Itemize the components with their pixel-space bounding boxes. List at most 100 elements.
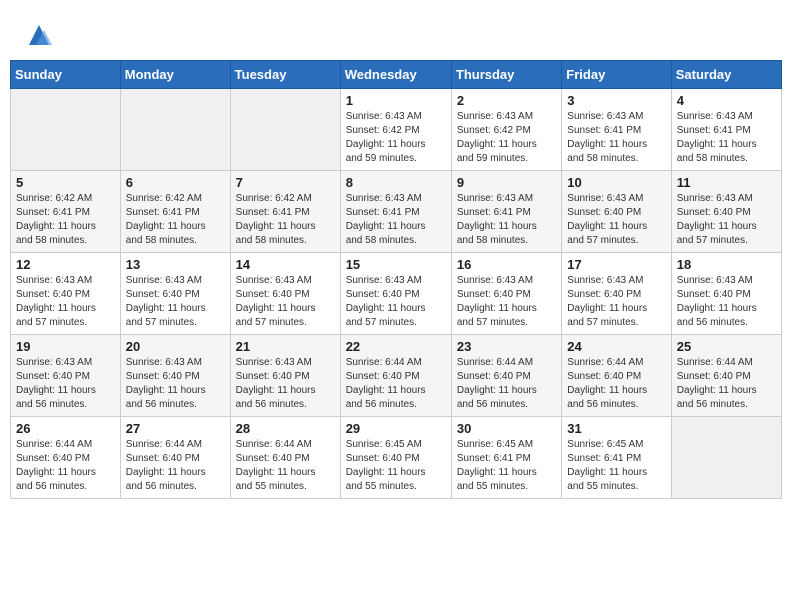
calendar-cell: 8Sunrise: 6:43 AM Sunset: 6:41 PM Daylig… (340, 171, 451, 253)
weekday-header-sunday: Sunday (11, 61, 121, 89)
day-info: Sunrise: 6:43 AM Sunset: 6:41 PM Dayligh… (457, 192, 556, 248)
calendar-cell: 19 Sunrise: 6:43 AM Sunset: 6:40 PM Dayli… (11, 335, 121, 417)
calendar-cell: 31 Sunrise: 6:45 AM Sunset: 6:41 PM Dayli… (562, 417, 671, 499)
day-number: 27 (126, 421, 225, 436)
weekday-header-wednesday: Wednesday (340, 61, 451, 89)
day-number: 16 (457, 257, 556, 272)
day-number: 4 (677, 93, 776, 108)
day-number: 14 (236, 257, 335, 272)
calendar-cell: 5 Sunrise: 6:42 AM Sunset: 6:41 PM Daylig… (11, 171, 121, 253)
calendar-cell: 22 Sunrise: 6:44 AM Sunset: 6:40 PM Dayli… (340, 335, 451, 417)
day-number: 2 (457, 93, 556, 108)
day-info: Sunrise: 6:43 AM Sunset: 6:41 PM Dayligh… (346, 192, 446, 248)
day-info: Sunrise: 6:43 AM Sunset: 6:40 PM Dayligh… (346, 274, 446, 330)
calendar-cell (120, 89, 230, 171)
calendar-cell: 25 Sunrise: 6:44 AM Sunset: 6:40 PM Dayli… (671, 335, 781, 417)
day-number: 13 (126, 257, 225, 272)
day-info: Sunrise: 6:43 AM Sunset: 6:40 PM Dayligh… (236, 356, 335, 412)
day-number: 9 (457, 175, 556, 190)
weekday-header-thursday: Thursday (451, 61, 561, 89)
day-number: 23 (457, 339, 556, 354)
day-info: Sunrise: 6:43 AM Sunset: 6:41 PM Dayligh… (677, 110, 776, 166)
calendar-week-row: 19 Sunrise: 6:43 AM Sunset: 6:40 PM Dayli… (11, 335, 782, 417)
day-info: Sunrise: 6:43 AM Sunset: 6:40 PM Dayligh… (16, 356, 115, 412)
calendar-cell: 29 Sunrise: 6:45 AM Sunset: 6:40 PM Dayli… (340, 417, 451, 499)
logo-icon (24, 20, 54, 50)
day-number: 7 (236, 175, 335, 190)
calendar-cell: 26 Sunrise: 6:44 AM Sunset: 6:40 PM Dayli… (11, 417, 121, 499)
calendar-cell: 23 Sunrise: 6:44 AM Sunset: 6:40 PM Dayli… (451, 335, 561, 417)
day-info: Sunrise: 6:45 AM Sunset: 6:40 PM Dayligh… (346, 438, 446, 494)
day-info: Sunrise: 6:43 AM Sunset: 6:40 PM Dayligh… (677, 192, 776, 248)
day-info: Sunrise: 6:42 AM Sunset: 6:41 PM Dayligh… (16, 192, 115, 248)
calendar-table: SundayMondayTuesdayWednesdayThursdayFrid… (10, 60, 782, 499)
day-info: Sunrise: 6:45 AM Sunset: 6:41 PM Dayligh… (457, 438, 556, 494)
day-number: 3 (567, 93, 665, 108)
weekday-header-saturday: Saturday (671, 61, 781, 89)
day-info: Sunrise: 6:44 AM Sunset: 6:40 PM Dayligh… (457, 356, 556, 412)
day-number: 22 (346, 339, 446, 354)
day-number: 10 (567, 175, 665, 190)
day-info: Sunrise: 6:43 AM Sunset: 6:42 PM Dayligh… (346, 110, 446, 166)
day-info: Sunrise: 6:44 AM Sunset: 6:40 PM Dayligh… (677, 356, 776, 412)
day-number: 19 (16, 339, 115, 354)
day-info: Sunrise: 6:45 AM Sunset: 6:41 PM Dayligh… (567, 438, 665, 494)
day-number: 31 (567, 421, 665, 436)
day-info: Sunrise: 6:42 AM Sunset: 6:41 PM Dayligh… (236, 192, 335, 248)
day-info: Sunrise: 6:43 AM Sunset: 6:40 PM Dayligh… (677, 274, 776, 330)
day-info: Sunrise: 6:44 AM Sunset: 6:40 PM Dayligh… (236, 438, 335, 494)
calendar-cell: 10 Sunrise: 6:43 AM Sunset: 6:40 PM Dayli… (562, 171, 671, 253)
day-number: 26 (16, 421, 115, 436)
calendar-cell: 15 Sunrise: 6:43 AM Sunset: 6:40 PM Dayli… (340, 253, 451, 335)
calendar-cell: 2 Sunrise: 6:43 AM Sunset: 6:42 PM Daylig… (451, 89, 561, 171)
day-info: Sunrise: 6:42 AM Sunset: 6:41 PM Dayligh… (126, 192, 225, 248)
calendar-cell: 20 Sunrise: 6:43 AM Sunset: 6:40 PM Dayli… (120, 335, 230, 417)
day-number: 21 (236, 339, 335, 354)
day-info: Sunrise: 6:44 AM Sunset: 6:40 PM Dayligh… (16, 438, 115, 494)
day-number: 15 (346, 257, 446, 272)
calendar-cell: 17 Sunrise: 6:43 AM Sunset: 6:40 PM Dayli… (562, 253, 671, 335)
day-number: 12 (16, 257, 115, 272)
day-number: 25 (677, 339, 776, 354)
day-number: 29 (346, 421, 446, 436)
calendar-cell (11, 89, 121, 171)
day-info: Sunrise: 6:43 AM Sunset: 6:40 PM Dayligh… (457, 274, 556, 330)
weekday-header-friday: Friday (562, 61, 671, 89)
calendar-cell: 27 Sunrise: 6:44 AM Sunset: 6:40 PM Dayli… (120, 417, 230, 499)
calendar-cell: 24 Sunrise: 6:44 AM Sunset: 6:40 PM Dayli… (562, 335, 671, 417)
calendar-cell: 18Sunrise: 6:43 AM Sunset: 6:40 PM Dayli… (671, 253, 781, 335)
calendar-cell: 11Sunrise: 6:43 AM Sunset: 6:40 PM Dayli… (671, 171, 781, 253)
day-info: Sunrise: 6:43 AM Sunset: 6:40 PM Dayligh… (126, 356, 225, 412)
day-info: Sunrise: 6:43 AM Sunset: 6:40 PM Dayligh… (236, 274, 335, 330)
day-info: Sunrise: 6:43 AM Sunset: 6:40 PM Dayligh… (126, 274, 225, 330)
calendar-cell: 7 Sunrise: 6:42 AM Sunset: 6:41 PM Daylig… (230, 171, 340, 253)
calendar-cell: 12 Sunrise: 6:43 AM Sunset: 6:40 PM Dayli… (11, 253, 121, 335)
calendar-week-row: 5 Sunrise: 6:42 AM Sunset: 6:41 PM Daylig… (11, 171, 782, 253)
calendar-cell: 28Sunrise: 6:44 AM Sunset: 6:40 PM Dayli… (230, 417, 340, 499)
day-info: Sunrise: 6:43 AM Sunset: 6:42 PM Dayligh… (457, 110, 556, 166)
day-info: Sunrise: 6:43 AM Sunset: 6:40 PM Dayligh… (567, 274, 665, 330)
day-number: 5 (16, 175, 115, 190)
weekday-header-tuesday: Tuesday (230, 61, 340, 89)
calendar-cell: 1 Sunrise: 6:43 AM Sunset: 6:42 PM Daylig… (340, 89, 451, 171)
calendar-week-row: 26 Sunrise: 6:44 AM Sunset: 6:40 PM Dayli… (11, 417, 782, 499)
day-number: 17 (567, 257, 665, 272)
calendar-cell: 4 Sunrise: 6:43 AM Sunset: 6:41 PM Daylig… (671, 89, 781, 171)
calendar-week-row: 1 Sunrise: 6:43 AM Sunset: 6:42 PM Daylig… (11, 89, 782, 171)
day-number: 24 (567, 339, 665, 354)
day-info: Sunrise: 6:43 AM Sunset: 6:40 PM Dayligh… (16, 274, 115, 330)
page-header (10, 10, 782, 56)
day-number: 30 (457, 421, 556, 436)
day-info: Sunrise: 6:43 AM Sunset: 6:40 PM Dayligh… (567, 192, 665, 248)
day-info: Sunrise: 6:44 AM Sunset: 6:40 PM Dayligh… (346, 356, 446, 412)
logo (20, 20, 54, 50)
day-info: Sunrise: 6:44 AM Sunset: 6:40 PM Dayligh… (567, 356, 665, 412)
calendar-cell: 3 Sunrise: 6:43 AM Sunset: 6:41 PM Daylig… (562, 89, 671, 171)
calendar-cell: 13 Sunrise: 6:43 AM Sunset: 6:40 PM Dayli… (120, 253, 230, 335)
calendar-cell (230, 89, 340, 171)
day-info: Sunrise: 6:44 AM Sunset: 6:40 PM Dayligh… (126, 438, 225, 494)
day-number: 1 (346, 93, 446, 108)
calendar-cell: 9 Sunrise: 6:43 AM Sunset: 6:41 PM Daylig… (451, 171, 561, 253)
day-info: Sunrise: 6:43 AM Sunset: 6:41 PM Dayligh… (567, 110, 665, 166)
day-number: 20 (126, 339, 225, 354)
